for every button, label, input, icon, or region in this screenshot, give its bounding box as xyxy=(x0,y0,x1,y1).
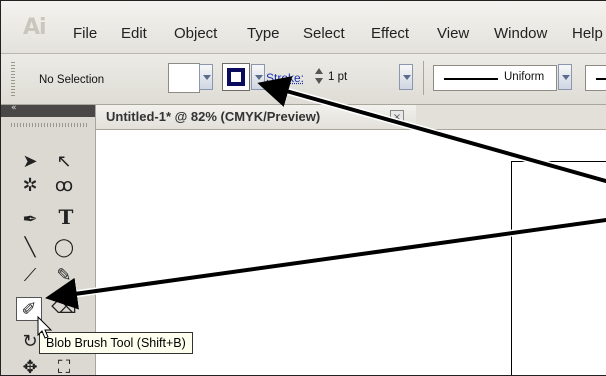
document-tab[interactable]: Untitled-1* @ 82% (CMYK/Preview) × xyxy=(96,105,416,130)
fill-dropdown-button[interactable] xyxy=(199,64,213,90)
stroke-swatch-icon xyxy=(227,68,245,86)
menu-type[interactable]: Type xyxy=(247,25,280,42)
magic-wand-tool-icon[interactable]: ✲ xyxy=(17,173,43,197)
stroke-panel-link[interactable]: Stroke: xyxy=(266,71,304,85)
profile-label: Uniform xyxy=(504,71,545,83)
pen-tool-icon[interactable]: ✒ xyxy=(17,207,43,231)
stroke-weight-dropdown-button[interactable] xyxy=(399,64,413,90)
eraser-tool-icon[interactable]: ⌫ xyxy=(51,295,77,319)
brush-definition-select[interactable] xyxy=(585,65,606,91)
collapse-panel-icon[interactable]: « xyxy=(11,103,17,113)
selection-status: No Selection xyxy=(39,74,105,86)
control-bar-grip[interactable] xyxy=(11,62,15,96)
menu-bar: Ai File Edit Object Type Select Effect V… xyxy=(1,1,606,54)
artboard-edge xyxy=(511,161,606,375)
brush-line-preview xyxy=(596,78,606,80)
tool-tooltip: Blob Brush Tool (Shift+B) xyxy=(39,332,193,354)
pencil-tool-icon[interactable]: ✎ xyxy=(51,263,77,287)
menu-window[interactable]: Window xyxy=(494,25,547,42)
paintbrush-tool-icon[interactable]: ⟋ xyxy=(17,263,43,287)
document-tab-strip xyxy=(416,105,606,130)
app-logo: Ai xyxy=(23,15,47,40)
variable-width-profile-select[interactable]: Uniform xyxy=(433,65,557,91)
type-tool-icon[interactable]: T xyxy=(53,205,79,229)
tools-panel-header[interactable]: « xyxy=(1,103,95,117)
menu-view[interactable]: View xyxy=(437,25,469,42)
selection-tool-icon[interactable]: ➤ xyxy=(17,149,43,173)
fill-color-swatch[interactable] xyxy=(168,63,200,93)
menu-effect[interactable]: Effect xyxy=(371,25,409,42)
menu-select[interactable]: Select xyxy=(303,25,345,42)
profile-line-preview xyxy=(444,78,498,80)
ellipse-tool-icon[interactable]: ◯ xyxy=(51,235,77,259)
blob-brush-tool-icon[interactable]: ✐ xyxy=(16,297,42,321)
lasso-tool-icon[interactable]: ꝏ xyxy=(51,173,77,197)
line-segment-tool-icon[interactable]: ╲ xyxy=(17,235,43,259)
control-separator xyxy=(423,61,424,95)
direct-selection-tool-icon[interactable]: ↖ xyxy=(51,149,77,173)
document-title: Untitled-1* @ 82% (CMYK/Preview) xyxy=(106,109,321,124)
free-transform-tool-icon[interactable]: ⛶ xyxy=(51,355,77,376)
profile-dropdown-button[interactable] xyxy=(558,64,572,90)
tools-panel-grip[interactable] xyxy=(11,123,89,127)
stroke-weight-stepper-icon[interactable] xyxy=(313,66,325,88)
menu-help[interactable]: Help xyxy=(572,25,603,42)
illustrator-window: Ai File Edit Object Type Select Effect V… xyxy=(0,0,606,376)
stroke-color-swatch[interactable] xyxy=(222,63,250,91)
menu-edit[interactable]: Edit xyxy=(121,25,147,42)
stroke-color-dropdown-button[interactable] xyxy=(251,64,265,90)
menu-file[interactable]: File xyxy=(73,25,97,42)
warp-tool-icon[interactable]: ✥ xyxy=(17,355,43,376)
menu-object[interactable]: Object xyxy=(174,25,217,42)
stroke-weight-field[interactable]: 1 pt xyxy=(328,71,347,83)
close-document-icon[interactable]: × xyxy=(390,110,404,124)
